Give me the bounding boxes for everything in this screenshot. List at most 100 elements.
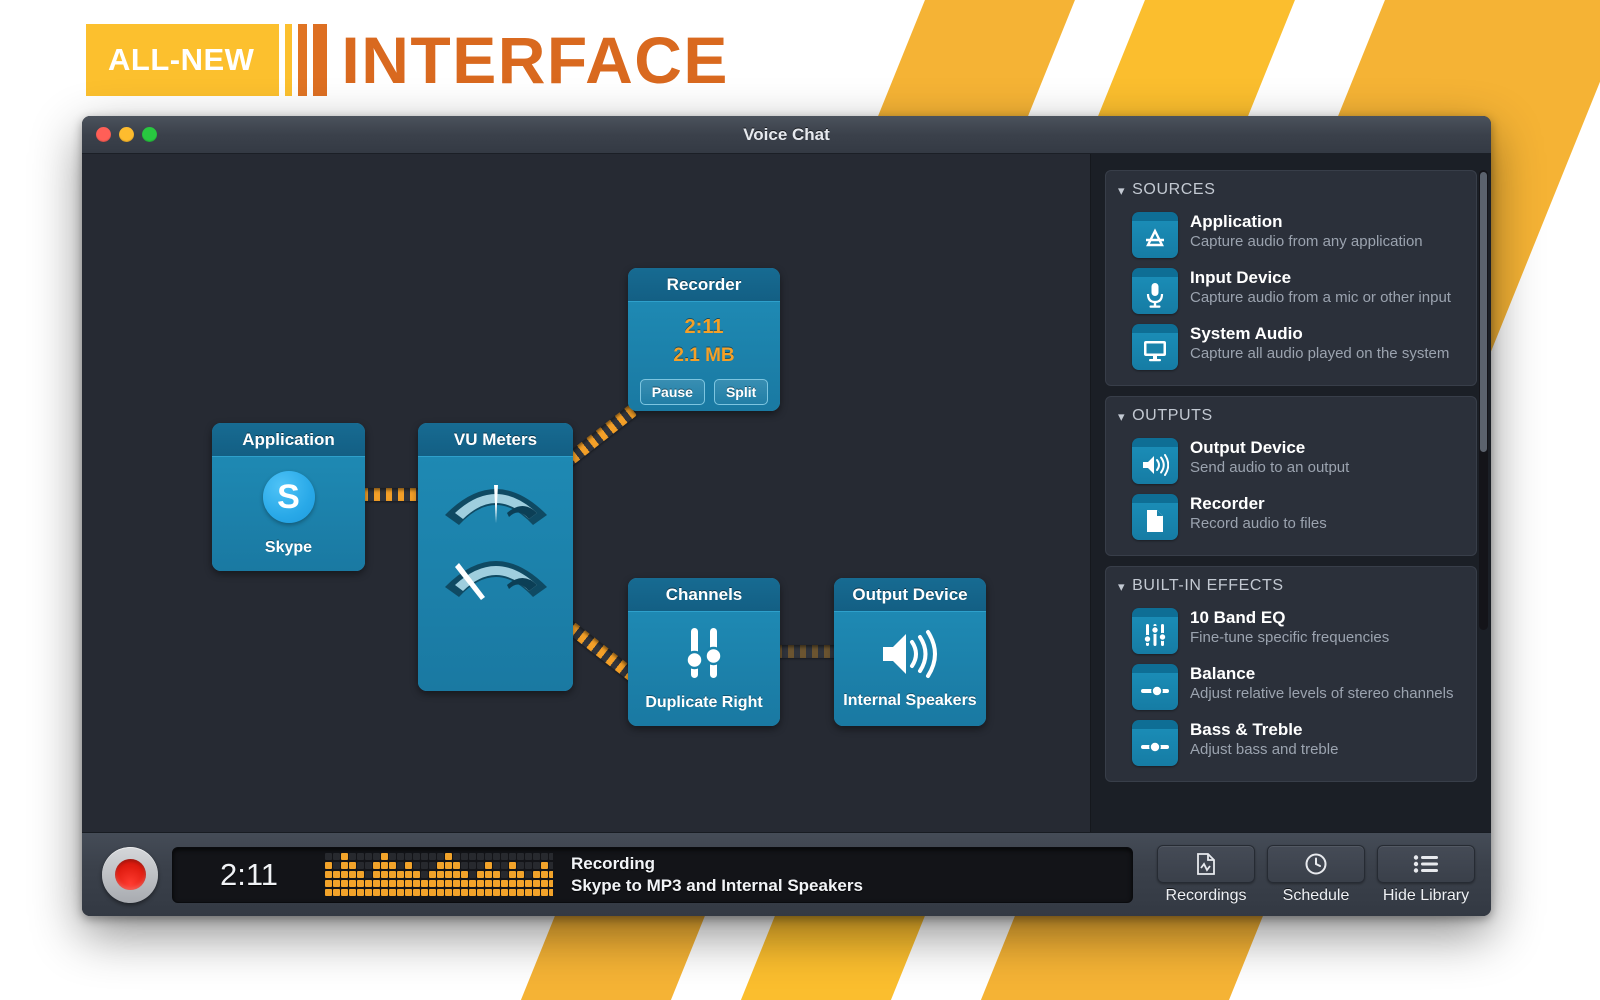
level-meter-cell xyxy=(341,862,348,869)
library-item-recorder[interactable]: Recorder Record audio to files xyxy=(1106,489,1476,545)
library-section-header[interactable]: ▾ SOURCES xyxy=(1106,181,1476,207)
level-meter-column xyxy=(381,853,388,896)
level-meter-cell xyxy=(501,880,508,887)
node-application[interactable]: Application S Skype xyxy=(212,423,365,571)
record-button[interactable] xyxy=(102,847,158,903)
library-section-outputs: ▾ OUTPUTS Output Device Send xyxy=(1105,396,1477,556)
level-meter-cell xyxy=(349,889,356,896)
level-meter-column xyxy=(341,853,348,896)
node-vu-meters[interactable]: VU Meters xyxy=(418,423,573,691)
level-meter-cell xyxy=(445,862,452,869)
zoom-button[interactable] xyxy=(142,127,157,142)
hide-library-button[interactable] xyxy=(1377,845,1475,883)
level-meter-cell xyxy=(533,853,540,860)
level-meter-cell xyxy=(445,880,452,887)
level-meter-cell xyxy=(349,871,356,878)
level-meter-cell xyxy=(541,871,548,878)
level-meter-cell xyxy=(357,871,364,878)
toolbar-item-schedule[interactable]: Schedule xyxy=(1267,845,1365,905)
chevron-down-icon[interactable]: ▾ xyxy=(1118,184,1125,197)
level-meter-cell xyxy=(541,853,548,860)
recorder-elapsed-time: 2:11 xyxy=(685,316,724,339)
level-meter-cell xyxy=(341,871,348,878)
recorder-button-row: Pause Split xyxy=(640,379,769,405)
pause-button[interactable]: Pause xyxy=(640,379,705,405)
library-item-application[interactable]: Application Capture audio from any appli… xyxy=(1106,207,1476,263)
level-meter-column xyxy=(325,853,332,896)
audio-graph-canvas[interactable]: Recorder 2:11 2.1 MB Pause Split Applica… xyxy=(82,154,1091,832)
recordings-button[interactable] xyxy=(1157,845,1255,883)
level-meter-column xyxy=(501,853,508,896)
level-meter-column xyxy=(429,853,436,896)
library-item-subtitle: Adjust bass and treble xyxy=(1190,741,1338,759)
speaker-icon xyxy=(879,628,941,680)
skype-icon: S xyxy=(263,471,315,523)
level-meter-cell xyxy=(485,853,492,860)
level-meter-cell xyxy=(533,871,540,878)
library-sidebar[interactable]: ▾ SOURCES Application Capture audio from… xyxy=(1091,154,1491,832)
level-meter-cell xyxy=(429,853,436,860)
library-section-header[interactable]: ▾ BUILT-IN EFFECTS xyxy=(1106,577,1476,603)
library-item-input-device[interactable]: Input Device Capture audio from a mic or… xyxy=(1106,263,1476,319)
node-application-title: Application xyxy=(212,423,365,457)
node-channels[interactable]: Channels Duplicate Right xyxy=(628,578,780,726)
level-meter-cell xyxy=(493,889,500,896)
level-meter-column xyxy=(485,853,492,896)
level-meter-cell xyxy=(525,853,532,860)
library-section-built-in-effects: ▾ BUILT-IN EFFECTS xyxy=(1105,566,1477,782)
level-meter-cell xyxy=(549,862,553,869)
close-button[interactable] xyxy=(96,127,111,142)
level-meter-cell xyxy=(477,880,484,887)
level-meter-cell xyxy=(445,853,452,860)
library-item-subtitle: Adjust relative levels of stereo channel… xyxy=(1190,685,1453,703)
level-meter-column xyxy=(373,853,380,896)
library-scrollbar[interactable] xyxy=(1479,170,1488,630)
level-meter-cell xyxy=(421,862,428,869)
schedule-button[interactable] xyxy=(1267,845,1365,883)
level-meter-cell xyxy=(373,853,380,860)
toolbar-buttons: Recordings Schedule xyxy=(1157,845,1475,905)
library-scrollbar-thumb[interactable] xyxy=(1480,172,1487,452)
level-meter-cell xyxy=(517,862,524,869)
level-meter-cell xyxy=(421,880,428,887)
chevron-down-icon[interactable]: ▾ xyxy=(1118,580,1125,593)
split-button[interactable]: Split xyxy=(714,379,768,405)
level-meter-cell xyxy=(365,853,372,860)
recorder-file-size: 2.1 MB xyxy=(673,345,734,367)
level-meter-cell xyxy=(349,880,356,887)
library-item-system-audio[interactable]: System Audio Capture all audio played on… xyxy=(1106,319,1476,375)
library-item-balance[interactable]: Balance Adjust relative levels of stereo… xyxy=(1106,659,1476,715)
level-meter-cell xyxy=(333,862,340,869)
level-meter-cell xyxy=(517,871,524,878)
level-meter-cell xyxy=(413,853,420,860)
library-item-10-band-eq[interactable]: 10 Band EQ Fine-tune specific frequencie… xyxy=(1106,603,1476,659)
library-section-title: SOURCES xyxy=(1132,181,1215,199)
vu-gauge-icon xyxy=(437,541,555,603)
level-meter-cell xyxy=(525,889,532,896)
traffic-lights xyxy=(96,127,157,142)
node-output-device-title: Output Device xyxy=(834,578,986,612)
node-output-device[interactable]: Output Device Internal Speakers xyxy=(834,578,986,726)
level-meter-cell xyxy=(517,889,524,896)
level-meter-column xyxy=(469,853,476,896)
library-item-subtitle: Capture audio from a mic or other input xyxy=(1190,289,1451,307)
level-meter-cell xyxy=(493,862,500,869)
chevron-down-icon[interactable]: ▾ xyxy=(1118,410,1125,423)
level-meter-cell xyxy=(509,889,516,896)
node-recorder[interactable]: Recorder 2:11 2.1 MB Pause Split xyxy=(628,268,780,411)
level-meter-cell xyxy=(541,862,548,869)
toolbar-item-recordings[interactable]: Recordings xyxy=(1157,845,1255,905)
level-meter-cell xyxy=(437,889,444,896)
level-meter-cell xyxy=(365,862,372,869)
level-meter-column xyxy=(349,853,356,896)
level-meter-cell xyxy=(397,880,404,887)
level-meter-cell xyxy=(357,862,364,869)
toolbar-item-hide-library[interactable]: Hide Library xyxy=(1377,845,1475,905)
library-section-header[interactable]: ▾ OUTPUTS xyxy=(1106,407,1476,433)
library-item-output-device[interactable]: Output Device Send audio to an output xyxy=(1106,433,1476,489)
minimize-button[interactable] xyxy=(119,127,134,142)
library-item-bass-treble[interactable]: Bass & Treble Adjust bass and treble xyxy=(1106,715,1476,771)
elapsed-time: 2:11 xyxy=(173,857,325,893)
library-section-title: OUTPUTS xyxy=(1132,407,1213,425)
status-line-secondary: Skype to MP3 and Internal Speakers xyxy=(571,875,1132,896)
